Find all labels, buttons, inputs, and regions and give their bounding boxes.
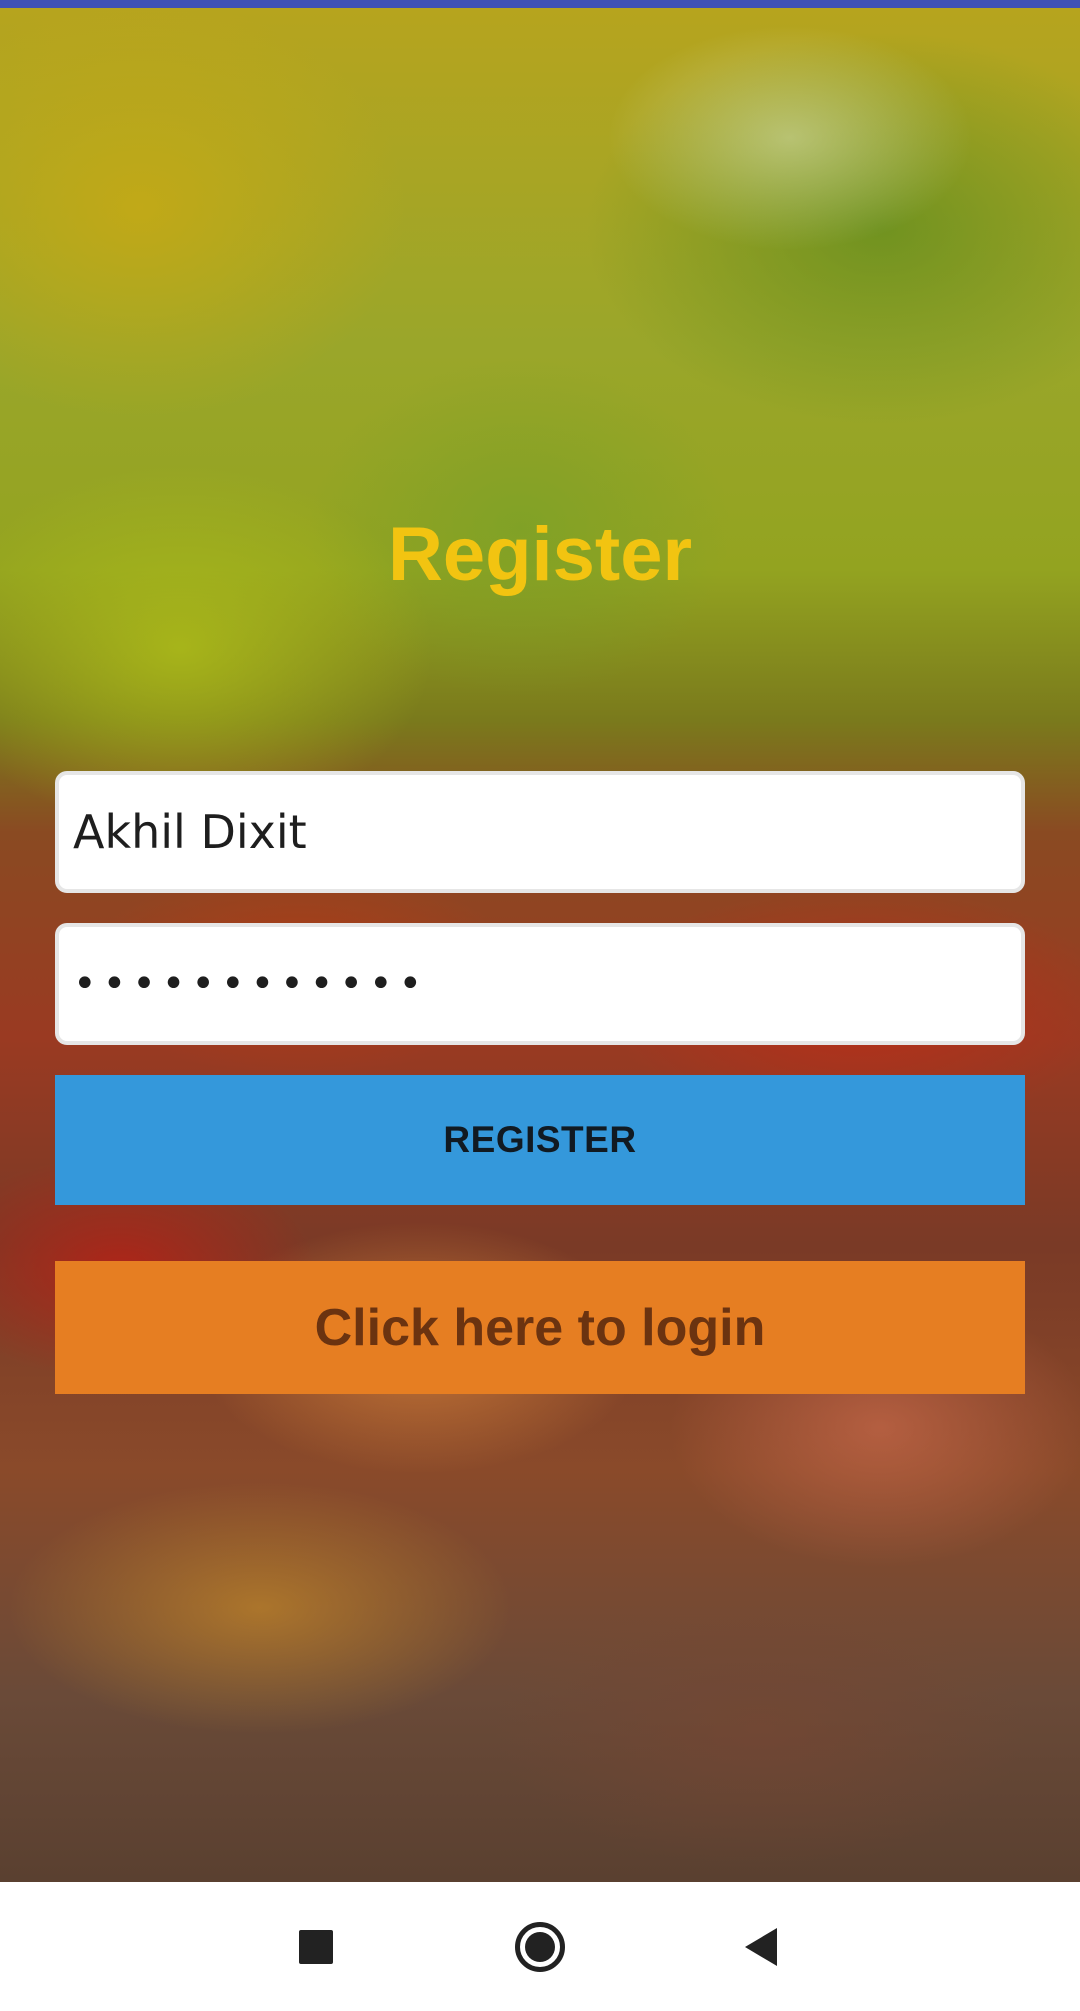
back-button[interactable] (701, 1882, 821, 2011)
page-title: Register (387, 512, 693, 597)
password-field[interactable] (55, 923, 1025, 1045)
circle-icon (515, 1921, 565, 1972)
register-button[interactable]: REGISTER (55, 1075, 1025, 1205)
login-link-button[interactable]: Click here to login (55, 1261, 1025, 1394)
square-icon (299, 1929, 333, 1964)
name-field[interactable] (55, 771, 1025, 893)
system-navigation-bar (0, 1882, 1080, 2011)
circle-inner-icon (525, 1931, 555, 1962)
triangle-back-icon (745, 1927, 777, 1966)
home-button[interactable] (480, 1882, 600, 2011)
recents-button[interactable] (256, 1882, 376, 2011)
status-bar-strip (0, 0, 1080, 8)
